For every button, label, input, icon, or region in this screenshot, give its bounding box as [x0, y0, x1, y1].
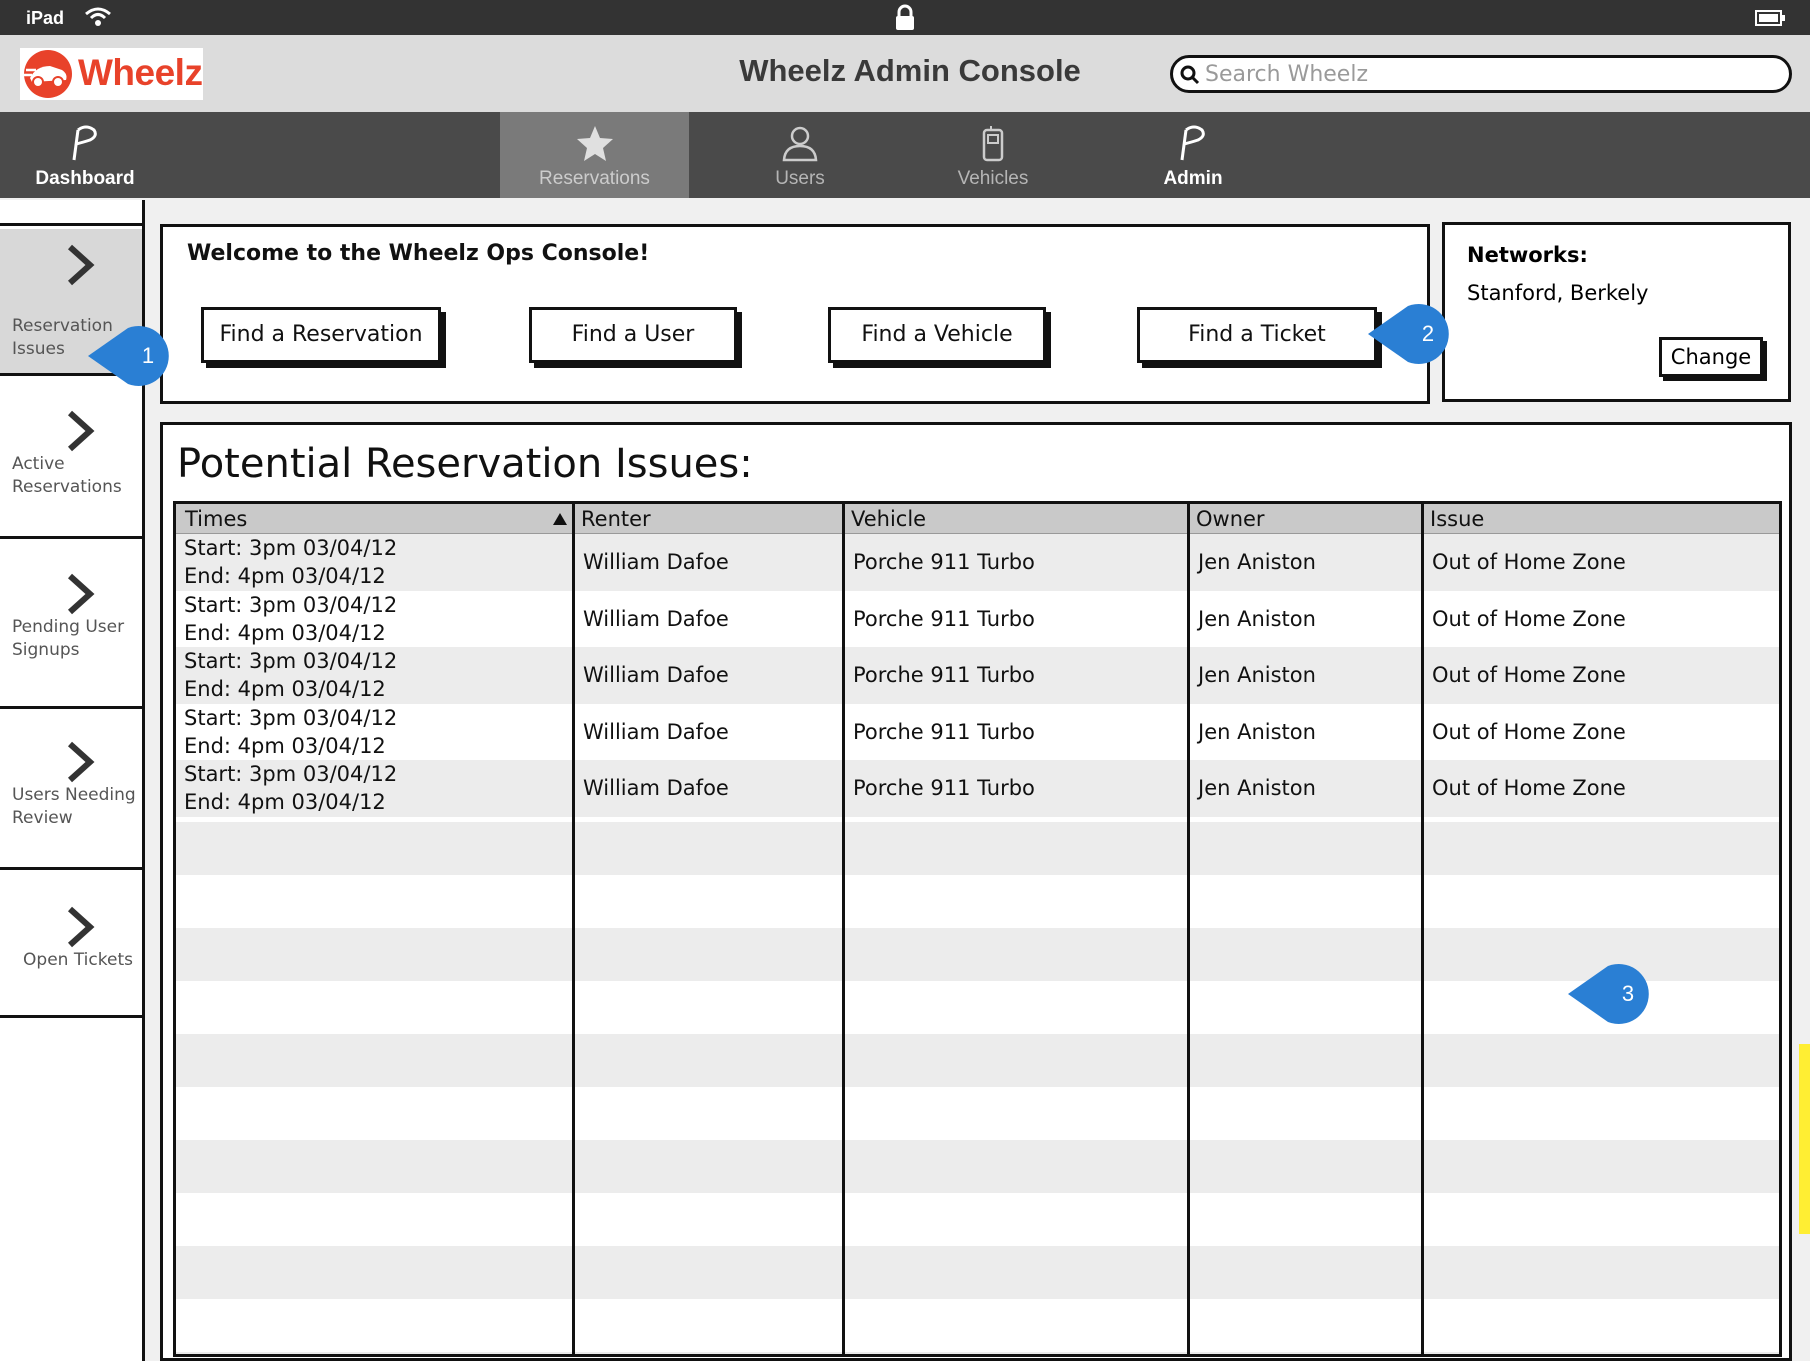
- owner-cell: Jen Aniston: [1198, 663, 1316, 687]
- column-header-renter[interactable]: Renter: [572, 504, 842, 534]
- column-header-owner[interactable]: Owner: [1187, 504, 1421, 534]
- vehicle-cell: Porche 911 Turbo: [853, 776, 1035, 800]
- nav-vehicles[interactable]: Vehicles: [903, 112, 1083, 198]
- chevron-right-icon: [67, 741, 95, 783]
- wifi-icon: [85, 7, 111, 26]
- owner-cell: Jen Aniston: [1198, 550, 1316, 574]
- nav-users[interactable]: Users: [710, 112, 890, 198]
- owner-cell: Jen Aniston: [1198, 719, 1316, 744]
- column-divider: [1187, 504, 1190, 1354]
- table-row[interactable]: Start: 3pm 03/04/12 End: 4pm 03/04/12 Wil…: [176, 590, 1779, 647]
- star-icon: [576, 126, 613, 161]
- wheelz-logo[interactable]: Wheelz: [20, 48, 203, 100]
- column-divider: [1421, 504, 1424, 1354]
- table-row[interactable]: Start: 3pm 03/04/12 End: 4pm 03/04/12 Wil…: [176, 703, 1779, 760]
- battery-icon: [1755, 10, 1785, 26]
- find-reservation-button[interactable]: Find a Reservation: [201, 307, 441, 363]
- callout-2: 2: [1368, 302, 1458, 366]
- times-cell: Start: 3pm 03/04/12 End: 4pm 03/04/12: [184, 592, 398, 645]
- times-cell: Start: 3pm 03/04/12 End: 4pm 03/04/12: [184, 536, 398, 588]
- app-header: Wheelz Wheelz Admin Console: [0, 35, 1810, 112]
- change-networks-button[interactable]: Change: [1659, 337, 1763, 377]
- flag-icon: [72, 125, 97, 161]
- renter-cell: William Dafoe: [583, 550, 729, 574]
- callout-1: 1: [88, 324, 178, 388]
- owner-cell: Jen Aniston: [1198, 606, 1316, 631]
- status-bar: iPad: [0, 0, 1810, 35]
- column-divider: [842, 504, 845, 1354]
- welcome-panel: Welcome to the Wheelz Ops Console! Find …: [160, 224, 1430, 404]
- page-title: Wheelz Admin Console: [739, 53, 1081, 88]
- table-row[interactable]: Start: 3pm 03/04/12 End: 4pm 03/04/12 Wil…: [176, 534, 1779, 591]
- renter-cell: William Dafoe: [583, 719, 729, 744]
- table-body: Start: 3pm 03/04/12 End: 4pm 03/04/12 Wil…: [176, 534, 1779, 817]
- find-ticket-button[interactable]: Find a Ticket: [1137, 307, 1377, 363]
- times-cell: Start: 3pm 03/04/12 End: 4pm 03/04/12: [184, 762, 398, 814]
- lock-icon: [896, 4, 914, 30]
- issues-title: Potential Reservation Issues:: [177, 441, 753, 487]
- column-header-issue[interactable]: Issue: [1421, 504, 1779, 534]
- logo-text: Wheelz: [78, 52, 203, 93]
- issues-table: Times Renter Vehicle Owner Issue Start: …: [173, 501, 1782, 1357]
- issue-cell: Out of Home Zone: [1432, 719, 1626, 744]
- table-header: Times Renter Vehicle Owner Issue: [176, 504, 1779, 534]
- times-cell: Start: 3pm 03/04/12 End: 4pm 03/04/12: [184, 649, 398, 701]
- welcome-text: Welcome to the Wheelz Ops Console!: [187, 241, 650, 266]
- owner-cell: Jen Aniston: [1198, 776, 1316, 800]
- chevron-right-icon: [67, 244, 95, 286]
- sidebar-item-active-reservations[interactable]: Active Reservations: [0, 379, 142, 539]
- search-input[interactable]: [1203, 60, 1763, 88]
- vehicle-cell: Porche 911 Turbo: [853, 550, 1035, 574]
- times-cell: Start: 3pm 03/04/12 End: 4pm 03/04/12: [184, 705, 398, 758]
- search-box[interactable]: [1170, 55, 1792, 93]
- issue-cell: Out of Home Zone: [1432, 606, 1626, 631]
- nav-reservations[interactable]: Reservations: [500, 112, 689, 198]
- user-icon: [782, 126, 818, 162]
- issue-cell: Out of Home Zone: [1432, 550, 1626, 574]
- car-logo-icon: [24, 50, 72, 98]
- networks-value: Stanford, Berkely: [1467, 281, 1649, 305]
- renter-cell: William Dafoe: [583, 663, 729, 687]
- callout-3: 3: [1568, 962, 1658, 1026]
- sidebar-top-spacer: [0, 200, 142, 226]
- highlight-strip: [1799, 1044, 1810, 1234]
- sidebar-item-users-needing-review[interactable]: Users Needing Review: [0, 712, 142, 870]
- sidebar-item-open-tickets[interactable]: Open Tickets: [0, 873, 142, 1018]
- issue-cell: Out of Home Zone: [1432, 663, 1626, 687]
- chevron-right-icon: [67, 573, 95, 615]
- column-header-vehicle[interactable]: Vehicle: [842, 504, 1187, 534]
- find-vehicle-button[interactable]: Find a Vehicle: [828, 307, 1046, 363]
- renter-cell: William Dafoe: [583, 606, 729, 631]
- vehicle-cell: Porche 911 Turbo: [853, 663, 1035, 687]
- sort-ascending-icon[interactable]: [552, 512, 568, 526]
- find-user-button[interactable]: Find a User: [529, 307, 737, 363]
- networks-label: Networks:: [1467, 243, 1588, 267]
- column-header-times[interactable]: Times: [176, 504, 572, 534]
- search-icon: [1180, 65, 1200, 85]
- device-name: iPad: [26, 8, 65, 28]
- networks-panel: Networks: Stanford, Berkely Change: [1442, 222, 1791, 402]
- nav-admin[interactable]: Admin: [1103, 112, 1283, 198]
- issue-cell: Out of Home Zone: [1432, 776, 1626, 800]
- vehicle-cell: Porche 911 Turbo: [853, 719, 1035, 744]
- reservation-issues-panel: Potential Reservation Issues: Times Rent…: [160, 422, 1792, 1361]
- table-row[interactable]: Start: 3pm 03/04/12 End: 4pm 03/04/12 Wil…: [176, 760, 1779, 817]
- flag-icon: [1180, 125, 1205, 161]
- renter-cell: William Dafoe: [583, 776, 729, 800]
- chevron-right-icon: [67, 906, 95, 948]
- column-divider: [572, 504, 575, 1354]
- main-nav: Dashboard Reservations Users Vehicles Ad…: [0, 112, 1810, 198]
- nav-dashboard[interactable]: Dashboard: [0, 112, 175, 198]
- vehicle-cell: Porche 911 Turbo: [853, 606, 1035, 631]
- chevron-right-icon: [67, 410, 95, 452]
- table-row[interactable]: Start: 3pm 03/04/12 End: 4pm 03/04/12 Wil…: [176, 647, 1779, 704]
- sidebar-item-pending-user-signups[interactable]: Pending User Signups: [0, 542, 142, 709]
- phone-icon: [982, 126, 1004, 162]
